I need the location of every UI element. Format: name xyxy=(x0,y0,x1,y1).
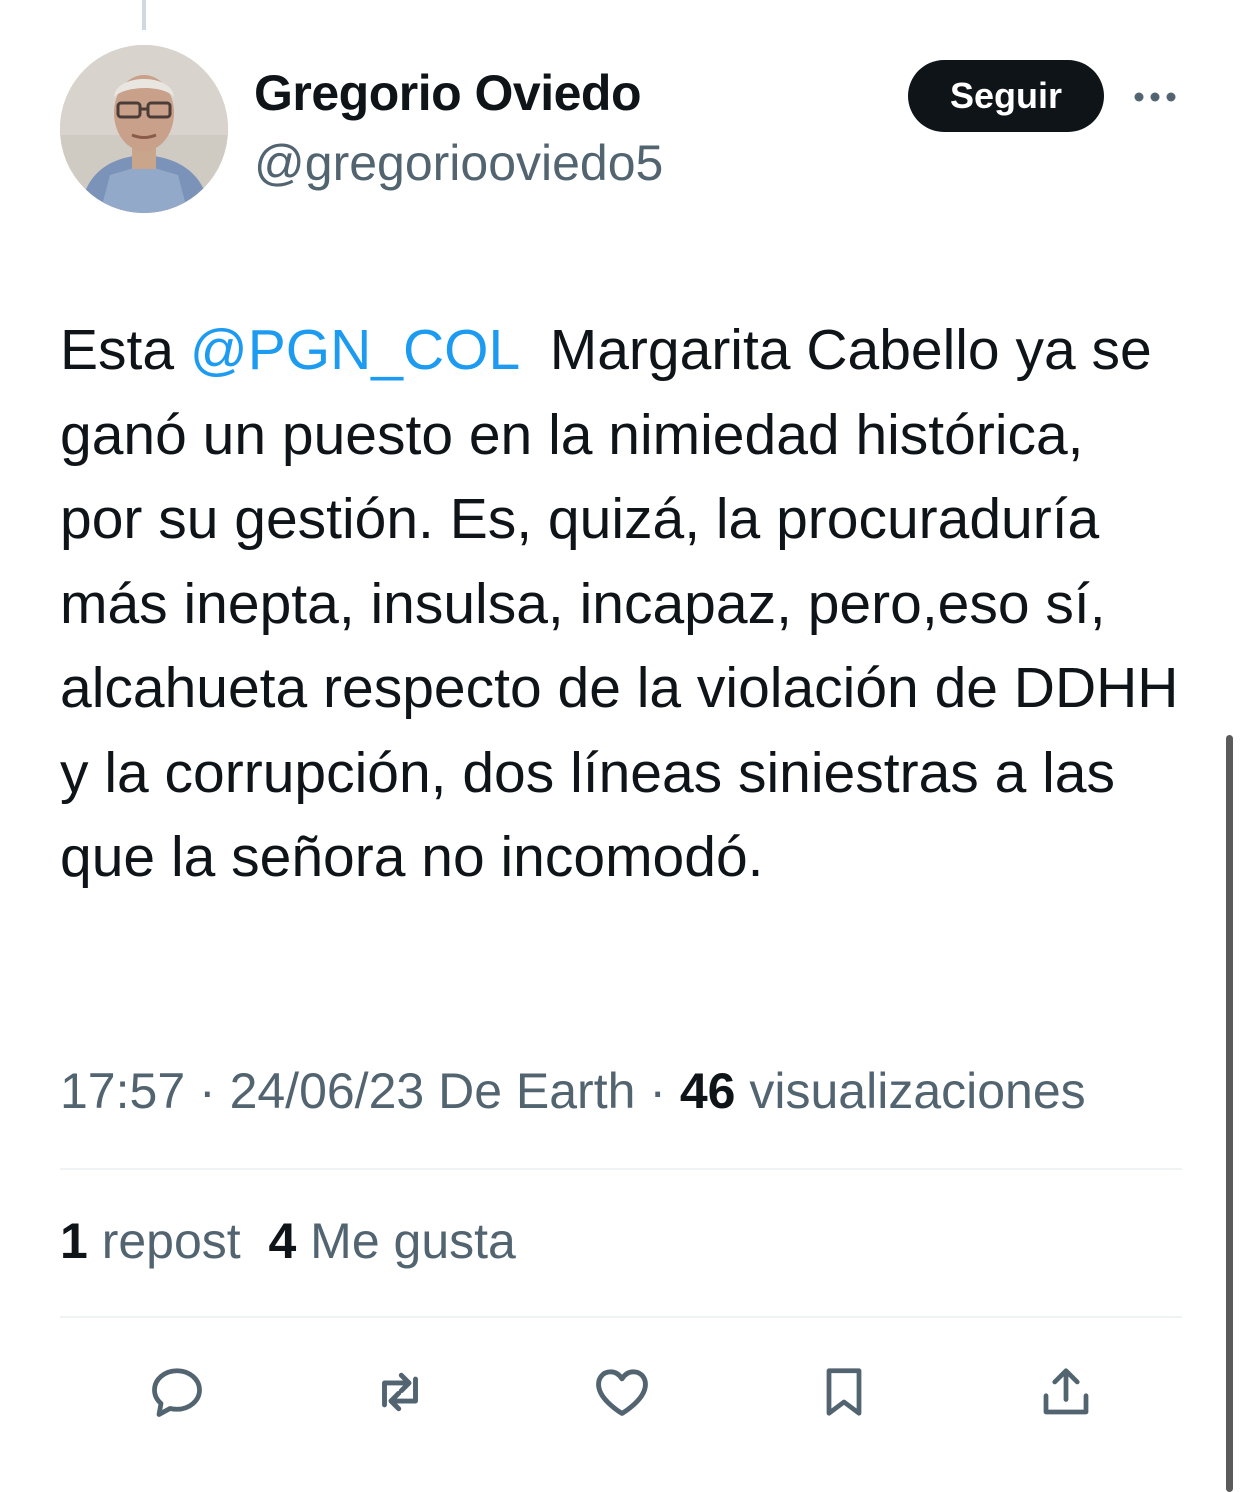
heart-icon[interactable] xyxy=(582,1352,662,1432)
reposts-stat[interactable]: 1 repost xyxy=(60,1213,241,1269)
action-bar xyxy=(0,1352,1242,1432)
tweet-date[interactable]: 24/06/23 xyxy=(230,1063,425,1119)
likes-count: 4 xyxy=(268,1213,297,1269)
likes-label: Me gusta xyxy=(296,1213,516,1269)
author-handle[interactable]: @gregoriooviedo5 xyxy=(254,134,663,192)
scrollbar[interactable] xyxy=(1226,735,1233,1492)
views-label: visualizaciones xyxy=(735,1063,1086,1119)
avatar[interactable] xyxy=(60,45,228,213)
views-count: 46 xyxy=(679,1063,736,1119)
divider xyxy=(60,1316,1182,1318)
likes-stat[interactable]: 4 Me gusta xyxy=(268,1213,515,1269)
meta-separator: · xyxy=(635,1063,680,1119)
tweet-body: Margarita Cabello ya se ganó un puesto e… xyxy=(60,318,1195,889)
mention-link[interactable]: @PGN_COL xyxy=(190,318,518,382)
more-icon[interactable] xyxy=(1130,80,1180,114)
tweet-source: De Earth xyxy=(424,1063,636,1119)
tweet-time[interactable]: 17:57 xyxy=(60,1063,185,1119)
engagement-stats: 1 repost 4 Me gusta xyxy=(60,1212,516,1270)
meta-separator: · xyxy=(185,1063,230,1119)
tweet-prefix: Esta xyxy=(60,318,190,382)
reposts-label: repost xyxy=(87,1213,241,1269)
follow-button[interactable]: Seguir xyxy=(908,60,1104,132)
reposts-count: 1 xyxy=(60,1213,88,1269)
tweet-text: Esta @PGN_COL Margarita Cabello ya se ga… xyxy=(60,308,1180,900)
share-icon[interactable] xyxy=(1026,1352,1106,1432)
bookmark-icon[interactable] xyxy=(804,1352,884,1432)
repost-icon[interactable] xyxy=(360,1352,440,1432)
author-display-name[interactable]: Gregorio Oviedo xyxy=(254,64,642,122)
tweet-meta: 17:57 · 24/06/23 De Earth · 46 visualiza… xyxy=(60,1062,1086,1120)
divider xyxy=(60,1168,1182,1170)
reply-icon[interactable] xyxy=(137,1352,217,1432)
thread-line xyxy=(142,0,146,30)
